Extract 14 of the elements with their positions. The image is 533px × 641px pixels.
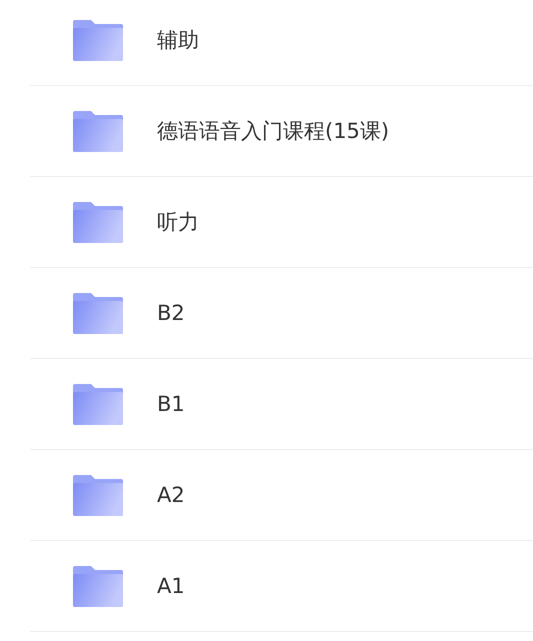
folder-icon — [73, 110, 123, 152]
folder-name[interactable]: B2 — [157, 301, 185, 325]
folder-icon — [73, 474, 123, 516]
folder-name[interactable]: A2 — [157, 483, 185, 507]
folder-icon — [73, 566, 123, 606]
folder-name[interactable]: A1 — [157, 574, 185, 598]
folder-icon — [73, 292, 123, 334]
folder-icon — [73, 20, 123, 60]
folder-icon — [73, 202, 123, 242]
folder-name[interactable]: 德语语音入门课程(15课) — [157, 117, 390, 145]
folder-icon — [73, 384, 123, 424]
folder-name[interactable]: B1 — [157, 392, 185, 416]
folder-name[interactable]: 辅助 — [157, 26, 199, 54]
folder-name[interactable]: 听力 — [157, 208, 199, 236]
